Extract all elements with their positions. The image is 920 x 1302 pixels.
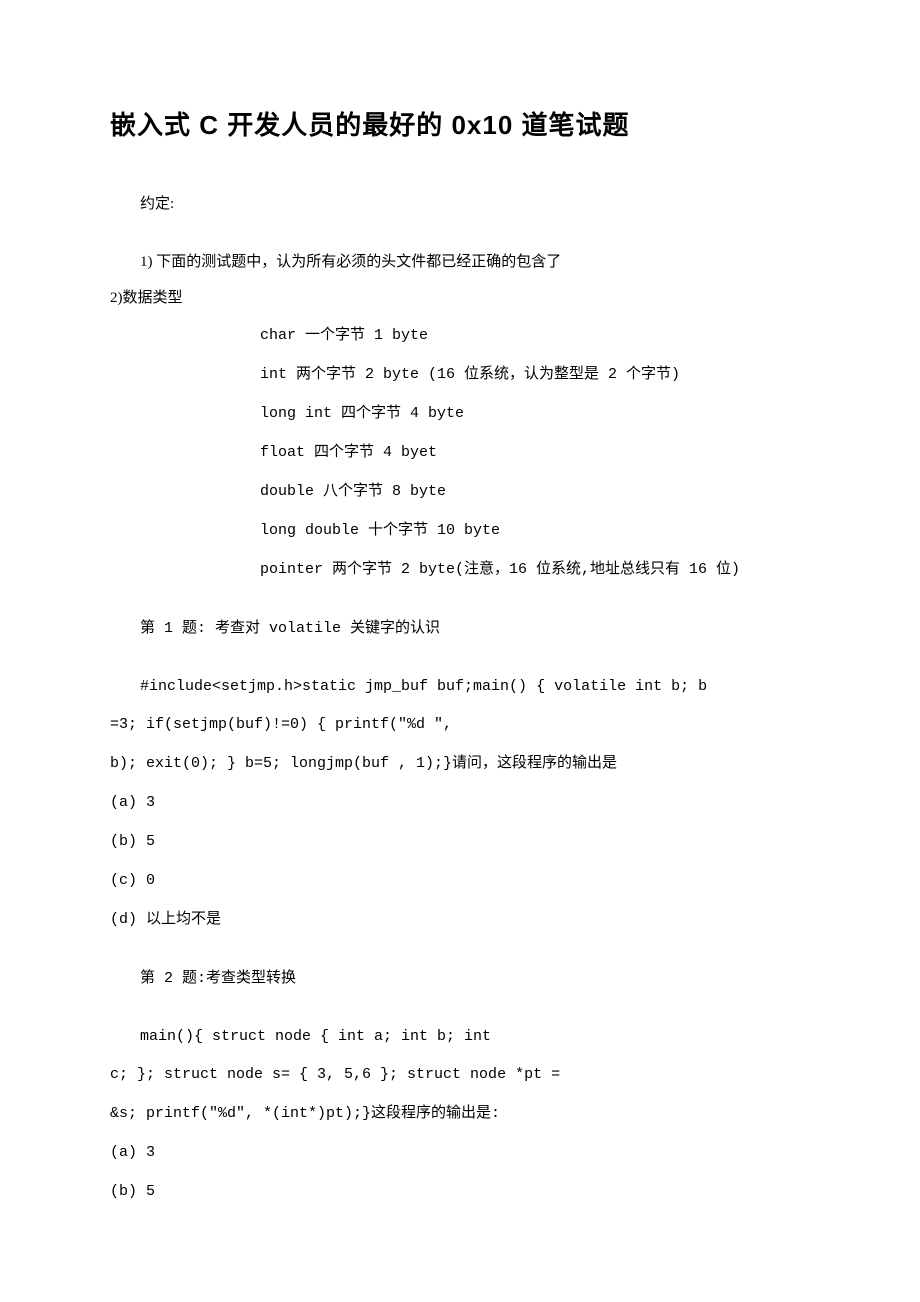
intro-label: 约定: <box>110 186 810 222</box>
page-title: 嵌入式 C 开发人员的最好的 0x10 道笔试题 <box>110 105 810 142</box>
q1-option-b: (b) 5 <box>110 822 810 861</box>
q1-option-a: (a) 3 <box>110 783 810 822</box>
assumption-1: 1) 下面的测试题中，认为所有必须的头文件都已经正确的包含了 <box>110 244 810 280</box>
type-int: int 两个字节 2 byte (16 位系统，认为整型是 2 个字节) <box>260 355 810 394</box>
q1-code-3: b); exit(0); } b=5; longjmp(buf , 1);}请问… <box>110 744 810 783</box>
q2-option-a: (a) 3 <box>110 1133 810 1172</box>
q2-title: 第 2 题:考查类型转换 <box>110 961 810 997</box>
q1-title: 第 1 题: 考查对 volatile 关键字的认识 <box>110 611 810 647</box>
type-char: char 一个字节 1 byte <box>260 316 810 355</box>
q2-code-3: &s; printf("%d", *(int*)pt);}这段程序的输出是: <box>110 1094 810 1133</box>
type-float: float 四个字节 4 byet <box>260 433 810 472</box>
type-double: double 八个字节 8 byte <box>260 472 810 511</box>
type-longint: long int 四个字节 4 byte <box>260 394 810 433</box>
assumption-2: 2)数据类型 <box>110 280 810 316</box>
q2-code-1: main(){ struct node { int a; int b; int <box>110 1019 810 1055</box>
q2-option-b: (b) 5 <box>110 1172 810 1211</box>
q1-code-1: #include<setjmp.h>static jmp_buf buf;mai… <box>110 669 810 705</box>
type-pointer: pointer 两个字节 2 byte(注意，16 位系统,地址总线只有 16 … <box>260 550 810 589</box>
q1-option-d: (d) 以上均不是 <box>110 900 810 939</box>
q1-code-2: =3; if(setjmp(buf)!=0) { printf("%d ", <box>110 705 810 744</box>
type-longdouble: long double 十个字节 10 byte <box>260 511 810 550</box>
q2-code-2: c; }; struct node s= { 3, 5,6 }; struct … <box>110 1055 810 1094</box>
q1-option-c: (c) 0 <box>110 861 810 900</box>
